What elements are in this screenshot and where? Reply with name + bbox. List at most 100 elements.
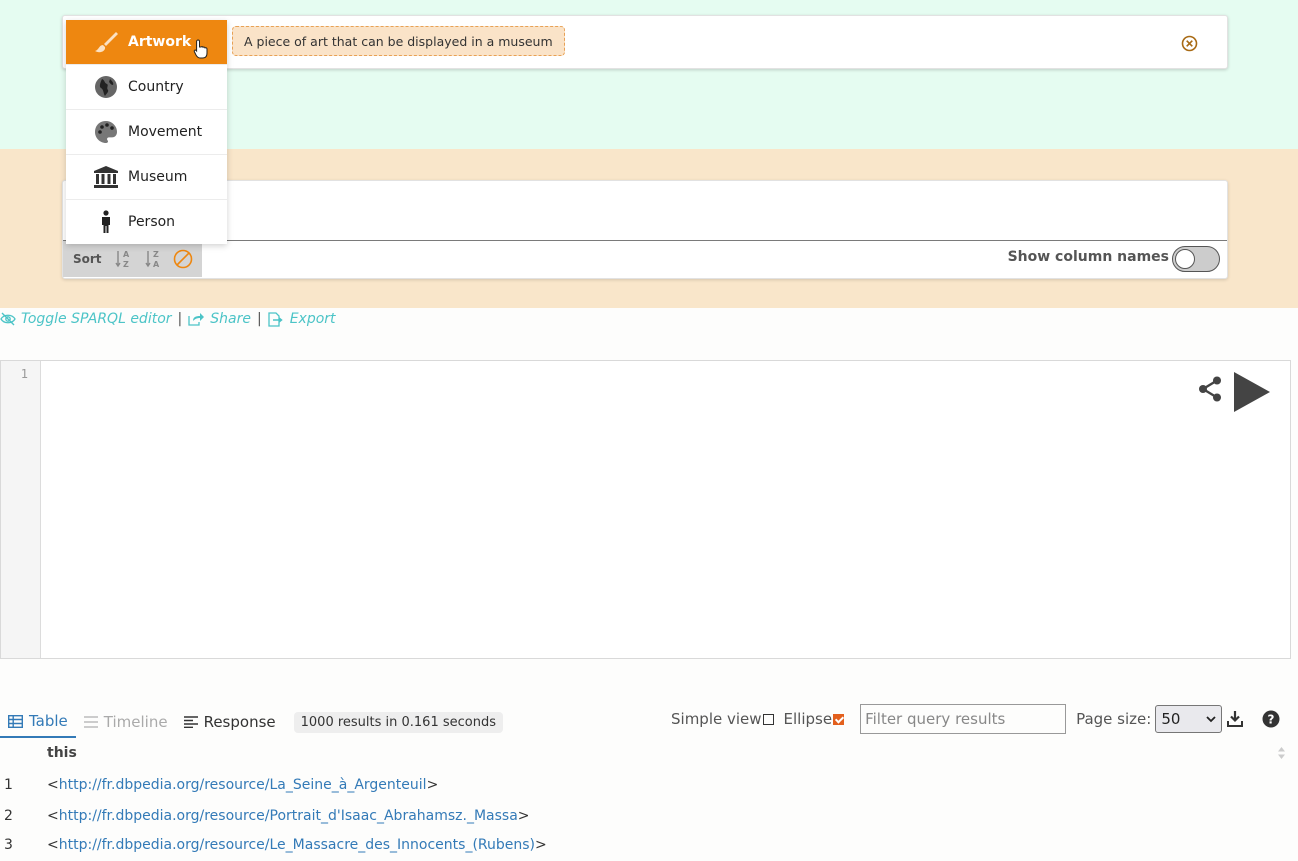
result-uri-link[interactable]: http://fr.dbpedia.org/resource/Portrait_… [59, 808, 518, 824]
uri-close-bracket: > [535, 837, 547, 853]
column-header-this[interactable]: this [47, 745, 77, 761]
table-row: 1 <http://fr.dbpedia.org/resource/La_Sei… [0, 777, 1298, 801]
page-size-label: Page size: [1076, 710, 1152, 728]
file-export-icon [268, 311, 283, 327]
row-index: 2 [4, 808, 13, 824]
dropdown-item-movement[interactable]: Movement [66, 110, 227, 155]
table-row: 2 <http://fr.dbpedia.org/resource/Portra… [0, 808, 1298, 832]
ellipse-checkbox[interactable] [833, 713, 845, 725]
dropdown-item-label: Person [128, 214, 176, 230]
dropdown-item-country[interactable]: Country [66, 65, 227, 110]
share-label: Share [210, 311, 251, 327]
sort-za-icon: Z A [144, 250, 160, 269]
line-number: 1 [20, 367, 28, 381]
filter-results-input[interactable]: Filter query results [860, 704, 1067, 734]
entity-description-chip: A piece of art that can be displayed in … [232, 26, 565, 56]
filter-placeholder: Filter query results [865, 710, 1006, 728]
svg-text:A: A [123, 250, 130, 259]
share-square-icon [188, 313, 205, 326]
chevron-down-icon [1206, 715, 1216, 722]
ban-icon [173, 249, 192, 269]
dropdown-item-artwork[interactable]: Artwork [66, 20, 227, 65]
svg-text:Z: Z [153, 250, 159, 259]
play-icon [1234, 372, 1270, 412]
run-query-button[interactable] [1232, 371, 1272, 418]
sparql-editor[interactable]: 1 [0, 360, 1291, 659]
dropdown-item-person[interactable]: Person [66, 200, 227, 244]
uri-close-bracket: > [426, 777, 439, 793]
toggle-sparql-editor-link[interactable]: Toggle SPARQL editor [0, 311, 172, 327]
no-sort-button[interactable] [172, 248, 194, 270]
row-cell: <http://fr.dbpedia.org/resource/Portrait… [47, 808, 530, 824]
toggle-sparql-label: Toggle SPARQL editor [21, 311, 172, 327]
card-divider [63, 240, 1227, 241]
help-button[interactable]: ? [1262, 710, 1280, 733]
tab-label: Timeline [103, 713, 168, 731]
result-config-card: Sort A Z Z A Show column names [62, 180, 1228, 279]
paintbrush-icon [92, 28, 120, 56]
results-summary-badge: 1000 results in 0.161 seconds [293, 711, 503, 733]
results-tools: Simple view Ellipse Filter query results… [671, 704, 1223, 734]
sort-ascending-button[interactable]: A Z [112, 248, 134, 270]
question-circle-icon: ? [1262, 710, 1280, 728]
entity-dropdown[interactable]: Artwork Country Movement Museum Person [66, 20, 227, 244]
svg-text:Z: Z [123, 260, 129, 269]
page-size-select[interactable]: 50 [1155, 705, 1223, 733]
show-column-names-toggle[interactable] [1172, 246, 1220, 272]
sort-descending-button[interactable]: Z A [142, 248, 164, 270]
result-uri-link[interactable]: http://fr.dbpedia.org/resource/La_Seine_… [59, 777, 427, 793]
sort-label: Sort [73, 252, 102, 266]
hand-cursor-icon [193, 39, 208, 59]
uri-close-bracket: > [517, 808, 530, 824]
simple-view-checkbox[interactable] [762, 713, 774, 725]
svg-text:?: ? [1268, 713, 1275, 727]
link-separator: | [177, 311, 183, 327]
row-index: 3 [4, 837, 13, 853]
export-label: Export [289, 311, 336, 327]
dropdown-item-museum[interactable]: Museum [66, 155, 227, 200]
tab-label: Table [29, 712, 68, 730]
person-icon [92, 208, 120, 236]
simple-view-label: Simple view [671, 710, 762, 728]
svg-text:A: A [153, 260, 160, 269]
sort-bar: Sort A Z Z A [63, 241, 202, 277]
share-link[interactable]: Share [188, 311, 251, 327]
uri-open-bracket: < [47, 837, 59, 853]
download-button[interactable] [1227, 710, 1243, 732]
tab-label: Response [203, 713, 276, 731]
table-icon [8, 714, 23, 728]
uri-open-bracket: < [47, 777, 59, 793]
row-cell: <http://fr.dbpedia.org/resource/La_Seine… [47, 777, 438, 793]
results-tabs: Table Timeline Response 1000 results in … [0, 706, 503, 738]
uri-open-bracket: < [47, 808, 59, 824]
ellipse-label: Ellipse [783, 710, 833, 728]
show-column-names-label: Show column names [1007, 249, 1169, 265]
dropdown-item-label: Movement [128, 124, 203, 140]
editor-links-row: Toggle SPARQL editor | Share | Export [0, 310, 336, 328]
eye-slash-icon [0, 312, 16, 326]
tab-table[interactable]: Table [0, 706, 76, 738]
table-row: 3 <http://fr.dbpedia.org/resource/Le_Mas… [0, 837, 1298, 861]
dropdown-item-label: Artwork [128, 34, 192, 50]
dropdown-item-label: Country [128, 79, 184, 95]
share-query-button[interactable] [1198, 376, 1222, 407]
share-icon [1199, 376, 1221, 402]
download-icon [1227, 711, 1243, 727]
row-index: 1 [4, 777, 13, 793]
museum-icon [92, 163, 120, 191]
editor-gutter: 1 [1, 361, 41, 658]
result-uri-link[interactable]: http://fr.dbpedia.org/resource/Le_Massac… [59, 837, 535, 853]
align-left-icon [183, 716, 198, 728]
column-sort-icon[interactable] [1277, 746, 1286, 765]
tab-timeline[interactable]: Timeline [76, 706, 176, 738]
toggle-knob [1175, 249, 1195, 269]
sort-az-icon: A Z [114, 250, 130, 269]
globe-icon [92, 73, 120, 101]
close-circle-icon [1181, 35, 1198, 52]
clear-selection-button[interactable] [1181, 35, 1198, 52]
tab-response[interactable]: Response [176, 706, 284, 738]
link-separator: | [256, 311, 262, 327]
page-size-value: 50 [1161, 710, 1181, 728]
export-link[interactable]: Export [268, 311, 336, 327]
row-cell: <http://fr.dbpedia.org/resource/Le_Massa… [47, 837, 547, 853]
